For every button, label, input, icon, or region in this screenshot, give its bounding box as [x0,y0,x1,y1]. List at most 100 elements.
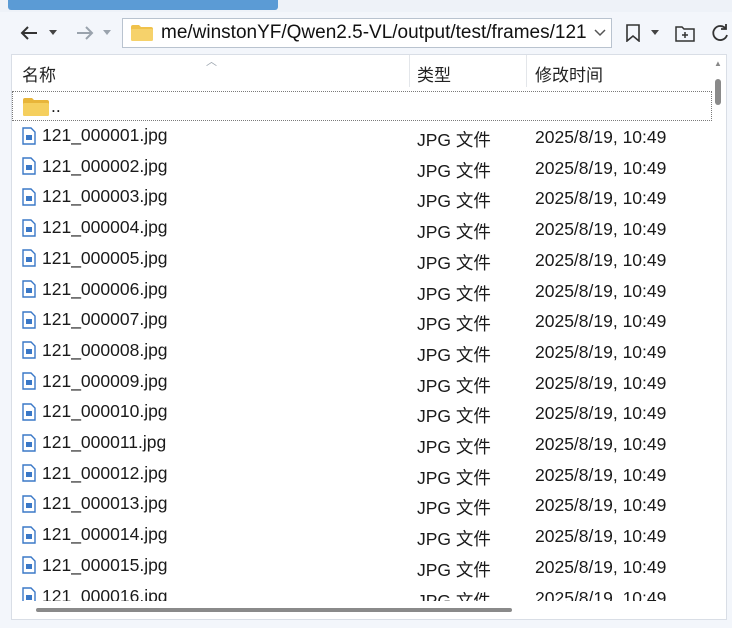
file-name: 121_000012.jpg [42,462,168,483]
file-row[interactable]: 121_000015.jpg JPG 文件 2025/8/19, 10:49 [12,551,712,581]
file-modified: 2025/8/19, 10:49 [535,249,667,270]
jpg-file-icon [22,464,36,482]
file-modified: 2025/8/19, 10:49 [535,341,667,362]
file-row[interactable]: 121_000010.jpg JPG 文件 2025/8/19, 10:49 [12,397,712,427]
file-type: JPG 文件 [417,130,491,150]
file-modified: 2025/8/19, 10:49 [535,403,667,424]
file-name: 121_000006.jpg [42,278,168,299]
address-path[interactable]: me/winstonYF/Qwen2.5-VL/output/test/fram… [161,22,589,44]
horizontal-scroll-thumb[interactable] [36,608,512,612]
toolbar: me/winstonYF/Qwen2.5-VL/output/test/fram… [0,12,732,54]
file-name: 121_000002.jpg [42,155,168,176]
file-modified: 2025/8/19, 10:49 [535,188,667,209]
file-row[interactable]: 121_000012.jpg JPG 文件 2025/8/19, 10:49 [12,459,712,489]
file-type: JPG 文件 [417,375,491,396]
file-name: 121_000013.jpg [42,493,168,514]
arrow-right-icon [77,26,94,40]
file-type: JPG 文件 [417,252,491,273]
file-type: JPG 文件 [417,222,491,243]
column-divider[interactable] [526,55,527,87]
jpg-file-icon [22,188,36,206]
parent-directory-row[interactable]: .. [12,91,712,121]
forward-button[interactable] [74,22,96,44]
file-row[interactable]: 121_000002.jpg JPG 文件 2025/8/19, 10:49 [12,152,712,182]
folder-icon [131,25,153,41]
file-row[interactable]: 121_000011.jpg JPG 文件 2025/8/19, 10:49 [12,428,712,458]
jpg-file-icon [22,249,36,267]
column-type-header[interactable]: 类型 [417,61,451,86]
file-name-cell: 121_000002.jpg [22,156,168,177]
forward-history-dropdown[interactable] [100,22,114,44]
file-row[interactable]: 121_000009.jpg JPG 文件 2025/8/19, 10:49 [12,367,712,397]
parent-directory-label: .. [51,96,61,116]
file-name: 121_000009.jpg [42,370,168,391]
folder-icon [23,97,49,116]
refresh-icon [712,24,728,41]
file-modified: 2025/8/19, 10:49 [535,434,667,454]
jpg-file-icon [22,341,36,360]
file-modified: 2025/8/19, 10:49 [535,372,667,393]
scroll-up-arrow-icon[interactable]: ▲ [714,59,722,68]
address-bar[interactable]: me/winstonYF/Qwen2.5-VL/output/test/fram… [122,18,612,48]
sort-ascending-icon: ︿ [206,56,217,68]
file-name-cell: 121_000005.jpg [22,248,168,269]
file-row[interactable]: 121_000008.jpg JPG 文件 2025/8/19, 10:49 [12,336,712,366]
file-modified: 2025/8/19, 10:49 [535,127,667,147]
refresh-button[interactable] [708,20,732,46]
file-name-cell: 121_000012.jpg [22,463,168,484]
file-row[interactable]: 121_000007.jpg JPG 文件 2025/8/19, 10:49 [12,305,712,335]
file-row[interactable]: 121_000004.jpg JPG 文件 2025/8/19, 10:49 [12,213,712,243]
chevron-down-icon [103,30,111,35]
chevron-down-icon [651,30,659,35]
jpg-file-icon [22,556,36,574]
file-row[interactable]: 121_000014.jpg JPG 文件 2025/8/19, 10:49 [12,520,712,550]
file-modified: 2025/8/19, 10:49 [535,157,667,178]
jpg-file-icon [22,525,36,544]
vertical-scroll-thumb[interactable] [715,79,721,105]
file-name: 121_000001.jpg [42,125,168,145]
back-button[interactable] [18,22,40,44]
jpg-file-icon [22,157,36,175]
file-name-cell: 121_000003.jpg [22,186,168,207]
active-tab-indicator [8,0,278,10]
parent-directory-cell: .. [23,96,61,117]
file-row[interactable]: 121_000005.jpg JPG 文件 2025/8/19, 10:49 [12,244,712,274]
new-folder-button[interactable] [672,20,698,46]
file-type: JPG 文件 [417,559,491,580]
jpg-file-icon [22,433,36,452]
file-type: JPG 文件 [417,283,491,304]
file-name-cell: 121_000004.jpg [22,217,168,238]
new-folder-icon [675,26,695,42]
file-name-cell: 121_000001.jpg [22,125,168,146]
file-name: 121_000004.jpg [42,217,168,238]
file-modified: 2025/8/19, 10:49 [535,495,667,516]
file-list-panel: 名称 ︿ 类型 修改时间 .. 121_000001.jpg JPG 文件 2025… [11,54,727,620]
column-name-header[interactable]: 名称 [22,61,56,86]
file-name-cell: 121_000007.jpg [22,309,168,330]
file-row[interactable]: 121_000006.jpg JPG 文件 2025/8/19, 10:49 [12,275,712,305]
file-modified: 2025/8/19, 10:49 [535,556,667,577]
bookmark-button[interactable] [622,20,644,46]
file-name-cell: 121_000011.jpg [22,432,166,453]
file-type: JPG 文件 [417,191,491,212]
horizontal-scrollbar[interactable] [12,601,726,619]
file-modified: 2025/8/19, 10:49 [535,464,667,485]
back-history-dropdown[interactable] [46,22,60,44]
file-name: 121_000008.jpg [42,339,168,360]
column-modified-header[interactable]: 修改时间 [535,61,603,86]
file-name: 121_000011.jpg [42,432,167,452]
file-row[interactable]: 121_000013.jpg JPG 文件 2025/8/19, 10:49 [12,489,712,519]
file-name-cell: 121_000013.jpg [22,493,168,514]
address-history-dropdown[interactable] [589,29,611,37]
file-type: JPG 文件 [417,437,491,457]
file-name-cell: 121_000006.jpg [22,279,168,300]
vertical-scrollbar[interactable]: ▲ [712,55,724,595]
file-name: 121_000005.jpg [42,247,168,268]
file-modified: 2025/8/19, 10:49 [535,526,667,547]
bookmark-dropdown[interactable] [648,22,662,44]
arrow-left-icon [20,26,37,40]
file-name-cell: 121_000008.jpg [22,340,168,361]
column-divider[interactable] [409,55,410,87]
file-row[interactable]: 121_000001.jpg JPG 文件 2025/8/19, 10:49 [12,121,712,151]
file-row[interactable]: 121_000003.jpg JPG 文件 2025/8/19, 10:49 [12,182,712,212]
